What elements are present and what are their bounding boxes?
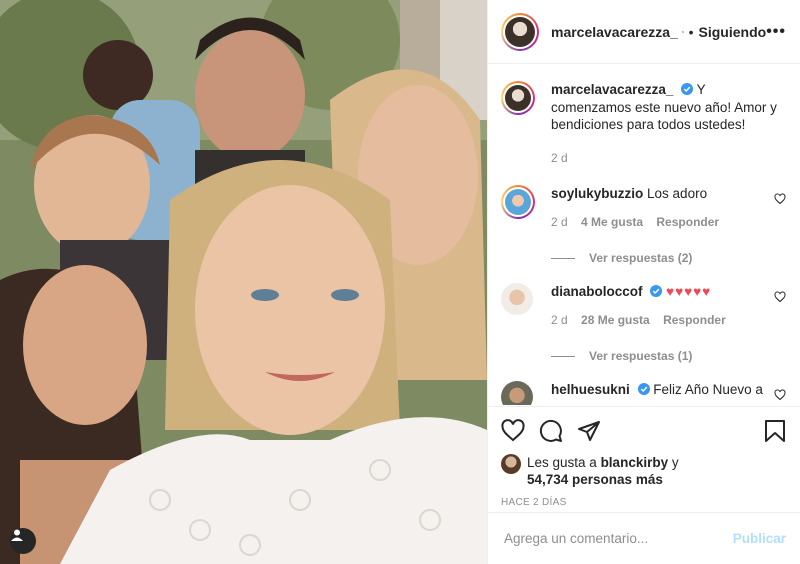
likes-middle: y: [668, 455, 679, 470]
comment-item: dianaboloccof ♥♥♥♥♥ 2 d 28 Me gusta Resp…: [501, 283, 786, 329]
author-username[interactable]: marcelavacarezza_: [551, 24, 678, 40]
comment-icon[interactable]: [539, 419, 563, 443]
more-options-icon[interactable]: •••: [766, 23, 786, 41]
caption-username[interactable]: marcelavacarezza_: [551, 82, 673, 97]
comment-likes[interactable]: 4 Me gusta: [581, 215, 643, 229]
separator-dot: •: [688, 23, 694, 40]
heart-icon[interactable]: [774, 193, 786, 205]
caption: marcelavacarezza_ Y comenzamos este nuev…: [501, 81, 786, 167]
comment-input[interactable]: [504, 531, 733, 546]
bookmark-icon[interactable]: [764, 419, 786, 443]
user-tag-icon[interactable]: [10, 528, 36, 554]
likes-prefix: Les gusta a: [527, 455, 601, 470]
post-actions: Les gusta a blanckirby y 54,734 personas…: [488, 406, 800, 508]
comment-username[interactable]: soylukybuzzio: [551, 186, 643, 201]
caption-time[interactable]: 2 d: [551, 151, 568, 165]
publish-button[interactable]: Publicar: [733, 531, 786, 546]
photo-illustration: [0, 0, 487, 564]
reply-button[interactable]: Responder: [656, 215, 719, 229]
verified-badge-icon: [650, 285, 663, 297]
view-replies[interactable]: Ver respuestas (2): [551, 251, 786, 265]
caption-avatar[interactable]: [501, 81, 535, 115]
comment-time[interactable]: 2 d: [551, 313, 568, 327]
commenter-avatar[interactable]: [501, 283, 533, 315]
reply-button[interactable]: Responder: [663, 313, 726, 327]
post-header: marcelavacarezza_ • Siguiendo •••: [488, 0, 800, 64]
comment-text: ♥♥♥♥♥: [666, 284, 712, 299]
view-replies[interactable]: Ver respuestas (1): [551, 349, 786, 363]
likes-count[interactable]: 54,734 personas más: [527, 472, 663, 487]
post-photo[interactable]: [0, 0, 487, 564]
add-comment-bar: Publicar: [488, 512, 800, 564]
liker-avatar[interactable]: [501, 454, 521, 474]
comment-item: soylukybuzzio Los adoro 2 d 4 Me gusta R…: [501, 185, 786, 231]
commenter-avatar[interactable]: [501, 185, 535, 219]
following-button[interactable]: Siguiendo: [699, 24, 767, 40]
liker-username[interactable]: blanckirby: [601, 455, 669, 470]
comment-text: Feliz Año Nuevo a: [653, 382, 763, 397]
post-timestamp[interactable]: HACE 2 DÍAS: [501, 497, 786, 508]
heart-icon[interactable]: [774, 291, 786, 303]
comment-username[interactable]: helhuesukni: [551, 382, 630, 397]
comment-likes[interactable]: 28 Me gusta: [581, 313, 650, 327]
comment-username[interactable]: dianaboloccof: [551, 284, 643, 299]
author-avatar[interactable]: [501, 12, 539, 51]
comment-item: helhuesukni Feliz Año Nuevo a: [501, 381, 786, 405]
post-sidebar: marcelavacarezza_ • Siguiendo ••• marcel…: [487, 0, 800, 564]
likes-summary: Les gusta a blanckirby y 54,734 personas…: [501, 454, 786, 488]
instagram-post: marcelavacarezza_ • Siguiendo ••• marcel…: [0, 0, 800, 564]
comment-time[interactable]: 2 d: [551, 215, 568, 229]
share-icon[interactable]: [577, 419, 601, 443]
like-heart-icon[interactable]: [501, 419, 525, 443]
comment-text: Los adoro: [647, 186, 708, 201]
verified-badge-icon: [681, 83, 694, 95]
commenter-avatar[interactable]: [501, 381, 533, 405]
verified-badge-icon: [637, 383, 650, 395]
heart-icon[interactable]: [774, 389, 786, 401]
comments-list[interactable]: marcelavacarezza_ Y comenzamos este nuev…: [488, 65, 800, 405]
verified-badge-icon: [681, 30, 684, 33]
